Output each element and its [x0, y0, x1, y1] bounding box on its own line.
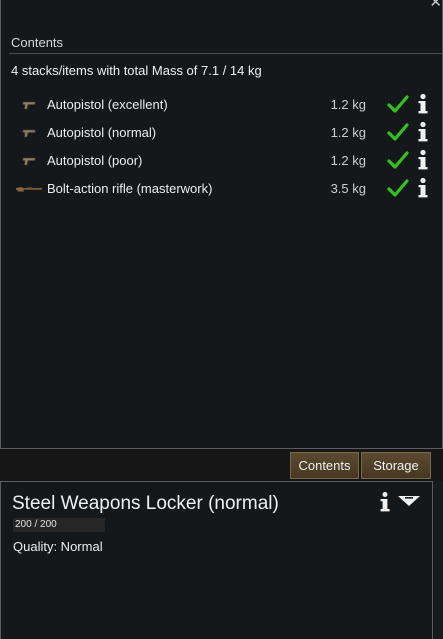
inspect-panel: Steel Weapons Locker (normal) 200 / 200 … [0, 481, 433, 639]
tab-strip: Contents Storage [0, 449, 443, 481]
item-label: Autopistol (poor) [47, 153, 143, 168]
item-mass: 3.5 kg [330, 181, 366, 196]
chevron-down-icon[interactable] [397, 494, 421, 508]
close-icon[interactable]: ✕ [428, 0, 442, 10]
hit-points-label: 200 / 200 [15, 519, 57, 530]
item-label: Autopistol (excellent) [47, 97, 168, 112]
info-icon[interactable] [415, 121, 431, 143]
list-item[interactable]: Autopistol (poor) 1.2 kg [1, 147, 443, 175]
section-divider [9, 53, 442, 54]
quality-label: Quality: Normal [13, 539, 103, 554]
mass-summary: 4 stacks/items with total Mass of 7.1 / … [11, 63, 262, 78]
tab-contents[interactable]: Contents [290, 452, 359, 479]
info-icon[interactable] [378, 491, 392, 513]
hit-points-bar: 200 / 200 [13, 518, 105, 532]
item-mass: 1.2 kg [330, 97, 366, 112]
list-item[interactable]: Bolt-action rifle (masterwork) 3.5 kg [1, 175, 443, 203]
item-mass: 1.2 kg [330, 153, 366, 168]
list-item[interactable]: Autopistol (excellent) 1.2 kg [1, 91, 443, 119]
rifle-icon [16, 187, 42, 192]
item-list: Autopistol (excellent) 1.2 kg Autopistol… [1, 91, 443, 203]
info-icon[interactable] [415, 177, 431, 199]
item-label: Bolt-action rifle (masterwork) [47, 181, 213, 196]
list-item[interactable]: Autopistol (normal) 1.2 kg [1, 119, 443, 147]
check-icon[interactable] [387, 178, 409, 198]
check-icon[interactable] [387, 94, 409, 114]
item-label: Autopistol (normal) [47, 125, 157, 140]
pistol-icon [22, 129, 36, 138]
pistol-icon [22, 101, 36, 110]
info-icon[interactable] [415, 93, 431, 115]
check-icon[interactable] [387, 122, 409, 142]
section-title: Contents [11, 35, 64, 50]
thing-title: Steel Weapons Locker (normal) [12, 493, 279, 514]
item-mass: 1.2 kg [330, 125, 366, 140]
check-icon[interactable] [387, 150, 409, 170]
contents-panel: ✕ Contents 4 stacks/items with total Mas… [0, 0, 443, 449]
pistol-icon [22, 157, 36, 166]
info-icon[interactable] [415, 149, 431, 171]
tab-storage[interactable]: Storage [361, 452, 431, 479]
